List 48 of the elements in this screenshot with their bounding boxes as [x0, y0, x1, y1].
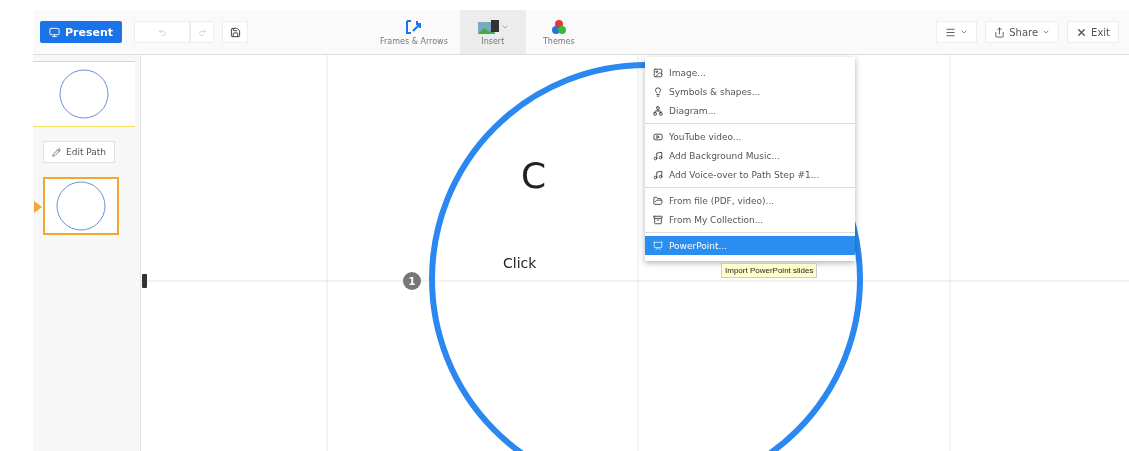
- music-note-icon: [653, 169, 663, 180]
- menu-icon: [945, 26, 957, 38]
- caret-icon: [1042, 28, 1051, 36]
- menu-item[interactable]: Add Background Music...: [645, 146, 855, 165]
- music-icon: [653, 150, 663, 161]
- monitor-icon: [49, 26, 60, 38]
- edit-path-button[interactable]: Edit Path: [43, 141, 116, 163]
- exit-button[interactable]: Exit: [1067, 21, 1119, 43]
- step-number: 1: [403, 272, 421, 290]
- play-icon: [653, 131, 663, 142]
- step-thumbnail[interactable]: [33, 61, 135, 127]
- body-text: Click: [503, 255, 537, 271]
- title-text: C: [521, 155, 547, 196]
- current-step-marker: [34, 201, 42, 213]
- pencil-icon: [52, 147, 61, 157]
- save-button[interactable]: [222, 21, 249, 43]
- redo-button[interactable]: [190, 21, 215, 43]
- menu-item[interactable]: From My Collection...: [645, 210, 855, 229]
- resize-handle[interactable]: [142, 274, 147, 288]
- menu-item[interactable]: Diagram...: [645, 101, 855, 120]
- diagram-icon: [653, 105, 663, 116]
- present-button[interactable]: Present: [40, 21, 123, 43]
- toolbar-tab[interactable]: Themes: [525, 10, 592, 54]
- menu-item[interactable]: Symbols & shapes...: [645, 82, 855, 101]
- close-icon: [1076, 26, 1088, 38]
- menu-item[interactable]: YouTube video...: [645, 127, 855, 146]
- caret-icon: [960, 28, 969, 36]
- frame-arrow-icon: [404, 18, 423, 35]
- menu-item[interactable]: Add Voice-over to Path Step #1...: [645, 165, 855, 184]
- image-icon: [653, 67, 663, 78]
- menu-item[interactable]: From file (PDF, video)...: [645, 191, 855, 210]
- save-icon: [229, 26, 241, 38]
- lightbulb-icon: [653, 86, 663, 97]
- color-circles-icon: [549, 18, 568, 35]
- folder-icon: [653, 195, 663, 206]
- toolbar-tab[interactable]: Frames & Arrows: [368, 10, 460, 54]
- menu-item[interactable]: Image...: [645, 63, 855, 82]
- redo-icon: [197, 27, 207, 37]
- tooltip: Import PowerPoint slides: [721, 263, 818, 278]
- undo-button[interactable]: [134, 21, 191, 43]
- slides-icon: [653, 240, 663, 251]
- share-button[interactable]: Share: [985, 21, 1060, 43]
- archive-icon: [653, 214, 663, 225]
- menu-button[interactable]: [936, 21, 978, 43]
- share-icon: [994, 26, 1006, 38]
- toolbar-tab[interactable]: Insert: [459, 10, 526, 54]
- undo-icon: [157, 27, 167, 37]
- image-icon: [476, 18, 509, 35]
